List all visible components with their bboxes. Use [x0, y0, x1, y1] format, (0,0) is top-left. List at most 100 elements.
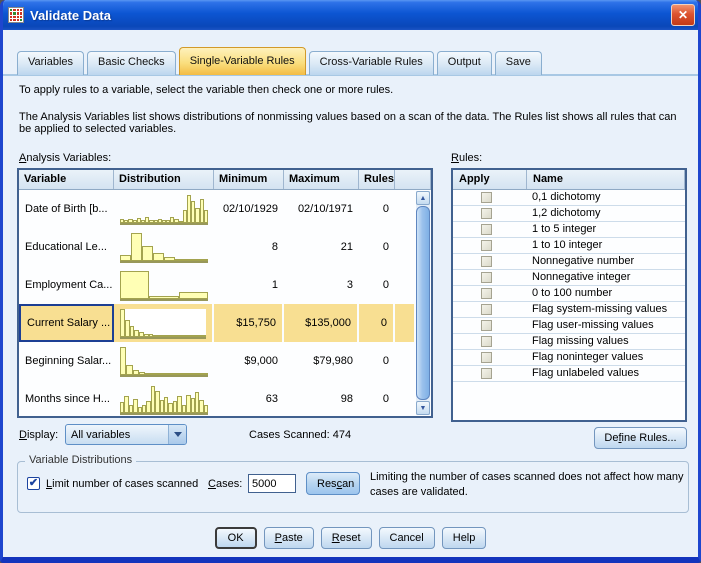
rule-apply-checkbox[interactable] — [481, 192, 492, 203]
rule-list-item[interactable]: Flag user-missing values — [453, 318, 685, 334]
table-row[interactable]: Beginning Salar... $9,000 $79,980 0 — [19, 342, 416, 380]
rule-apply-checkbox[interactable] — [481, 352, 492, 363]
row-minimum-value: $9,000 — [214, 342, 284, 380]
rescan-button[interactable]: Rescan — [306, 472, 360, 495]
row-rules-count: 0 — [359, 228, 395, 266]
row-maximum-value: 02/10/1971 — [284, 190, 359, 228]
scroll-thumb[interactable] — [416, 206, 430, 400]
rule-apply-checkbox[interactable] — [481, 320, 492, 331]
cases-scanned-text: Cases Scanned: 474 — [249, 429, 351, 441]
column-header-variable[interactable]: Variable — [19, 170, 114, 189]
tab-basic-checks[interactable]: Basic Checks — [87, 51, 176, 75]
table-row[interactable]: Date of Birth [b... 02/10/1929 02/10/197… — [19, 190, 416, 228]
row-spacer — [395, 342, 416, 380]
row-distribution-histogram — [114, 228, 214, 266]
row-spacer — [395, 304, 416, 342]
rule-name: Flag missing values — [527, 334, 685, 349]
column-header-minimum[interactable]: Minimum — [214, 170, 284, 189]
title-bar: Validate Data ✕ — [0, 0, 701, 30]
rule-list-item[interactable]: 1 to 5 integer — [453, 222, 685, 238]
tab-single-variable-rules[interactable]: Single-Variable Rules — [179, 47, 306, 75]
column-header-spacer — [395, 170, 431, 189]
rule-name: Flag system-missing values — [527, 302, 685, 317]
row-maximum-value: $135,000 — [284, 304, 359, 342]
row-rules-count: 0 — [359, 190, 395, 228]
help-button[interactable]: Help — [442, 527, 487, 549]
cases-label: Cases: — [208, 478, 242, 490]
rule-apply-checkbox[interactable] — [481, 256, 492, 267]
footer-button-bar: OK Paste Reset Cancel Help — [3, 527, 698, 549]
row-spacer — [395, 190, 416, 228]
rule-name: 1 to 5 integer — [527, 222, 685, 237]
rule-list-item[interactable]: Flag unlabeled values — [453, 366, 685, 382]
rule-apply-checkbox[interactable] — [481, 272, 492, 283]
row-minimum-value: 63 — [214, 380, 284, 416]
row-rules-count: 0 — [359, 380, 395, 416]
column-header-distribution[interactable]: Distribution — [114, 170, 214, 189]
scroll-up-icon[interactable]: ▲ — [416, 191, 430, 205]
table-row[interactable]: Months since H... 63 98 0 — [19, 380, 416, 416]
column-header-maximum[interactable]: Maximum — [284, 170, 359, 189]
scroll-down-icon[interactable]: ▼ — [416, 401, 430, 415]
table-row[interactable]: Current Salary ... $15,750 $135,000 0 — [19, 304, 416, 342]
rule-name: 0,1 dichotomy — [527, 190, 685, 205]
rule-apply-checkbox[interactable] — [481, 208, 492, 219]
tab-cross-variable-rules[interactable]: Cross-Variable Rules — [309, 51, 434, 75]
limit-cases-label: Limit number of cases scanned — [46, 478, 198, 490]
row-spacer — [395, 266, 416, 304]
rule-list-item[interactable]: 0,1 dichotomy — [453, 190, 685, 206]
row-rules-count: 0 — [359, 342, 395, 380]
rule-apply-checkbox[interactable] — [481, 336, 492, 347]
reset-button[interactable]: Reset — [321, 527, 372, 549]
cancel-button[interactable]: Cancel — [379, 527, 435, 549]
display-dropdown[interactable]: All variables — [65, 424, 187, 445]
intro-line-2: The Analysis Variables list shows distri… — [19, 111, 687, 135]
intro-line-1: To apply rules to a variable, select the… — [19, 84, 687, 96]
close-icon[interactable]: ✕ — [671, 4, 695, 26]
table-row[interactable]: Employment Ca... 1 3 0 — [19, 266, 416, 304]
rule-name: Nonnegative integer — [527, 270, 685, 285]
display-label: Display: — [19, 429, 58, 441]
rule-apply-checkbox[interactable] — [481, 224, 492, 235]
rules-table: Apply Name 0,1 dichotomy 1,2 dichotomy 1… — [451, 168, 687, 422]
ok-button[interactable]: OK — [215, 527, 257, 549]
limit-cases-checkbox[interactable]: ✔ — [27, 477, 40, 490]
rule-apply-checkbox[interactable] — [481, 288, 492, 299]
cases-input[interactable] — [248, 474, 296, 493]
display-dropdown-value: All variables — [66, 429, 168, 441]
tab-save[interactable]: Save — [495, 51, 542, 75]
rule-apply-checkbox[interactable] — [481, 304, 492, 315]
rule-list-item[interactable]: 1 to 10 integer — [453, 238, 685, 254]
tab-output[interactable]: Output — [437, 51, 492, 75]
table-row[interactable]: Educational Le... 8 21 0 — [19, 228, 416, 266]
row-minimum-value: 02/10/1929 — [214, 190, 284, 228]
rule-name: 0 to 100 number — [527, 286, 685, 301]
rule-list-item[interactable]: Flag missing values — [453, 334, 685, 350]
rule-list-item[interactable]: Flag noninteger values — [453, 350, 685, 366]
column-header-name[interactable]: Name — [527, 170, 685, 189]
rule-list-item[interactable]: Nonnegative number — [453, 254, 685, 270]
define-rules-button[interactable]: Define Rules... — [594, 427, 687, 449]
analysis-table-body: Date of Birth [b... 02/10/1929 02/10/197… — [19, 190, 416, 416]
analysis-scrollbar[interactable]: ▲ ▼ — [416, 191, 430, 415]
analysis-variables-label: Analysis Variables: — [19, 152, 111, 164]
rules-label: Rules: — [451, 152, 482, 164]
rule-list-item[interactable]: 1,2 dichotomy — [453, 206, 685, 222]
tab-variables[interactable]: Variables — [17, 51, 84, 75]
row-maximum-value: 3 — [284, 266, 359, 304]
row-minimum-value: 8 — [214, 228, 284, 266]
rule-list-item[interactable]: Flag system-missing values — [453, 302, 685, 318]
row-variable-name: Current Salary ... — [19, 304, 114, 342]
paste-button[interactable]: Paste — [264, 527, 314, 549]
column-header-rules[interactable]: Rules — [359, 170, 395, 189]
row-spacer — [395, 380, 416, 416]
rule-list-item[interactable]: 0 to 100 number — [453, 286, 685, 302]
row-maximum-value: $79,980 — [284, 342, 359, 380]
rule-apply-checkbox[interactable] — [481, 368, 492, 379]
rule-apply-checkbox[interactable] — [481, 240, 492, 251]
row-variable-name: Months since H... — [19, 380, 114, 416]
row-maximum-value: 98 — [284, 380, 359, 416]
rule-list-item[interactable]: Nonnegative integer — [453, 270, 685, 286]
row-maximum-value: 21 — [284, 228, 359, 266]
column-header-apply[interactable]: Apply — [453, 170, 527, 189]
